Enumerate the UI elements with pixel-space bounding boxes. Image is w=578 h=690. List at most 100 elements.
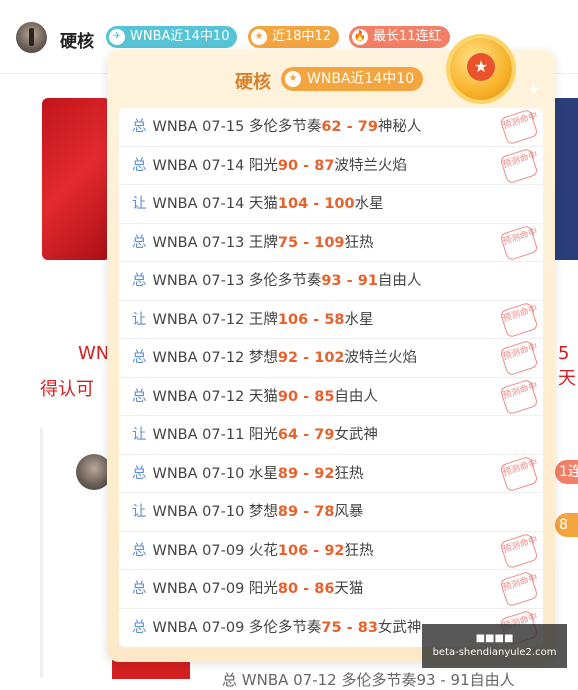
match-date: 07-14: [202, 196, 245, 212]
streak-pill: 1连: [555, 460, 578, 484]
league: WNBA: [152, 465, 198, 482]
watermark: ■■■■ beta-shendianyule2.com: [422, 624, 567, 668]
record-row[interactable]: 总 WNBA 07-13 王牌75 - 109狂热 预测命中: [119, 224, 543, 262]
bet-type: 总: [132, 157, 147, 174]
league: WNBA: [152, 196, 198, 212]
home-team: 多伦多节奏: [248, 273, 322, 289]
away-team: 神秘人: [377, 119, 422, 135]
popup-badge-label: WNBA近14中10: [307, 71, 415, 87]
away-team: 波特兰火焰: [344, 350, 418, 366]
away-team: 女武神: [377, 619, 422, 636]
home-score: 75: [277, 234, 299, 251]
home-score: 93: [321, 273, 342, 289]
record-row[interactable]: 总 WNBA 07-15 多伦多节奏62 - 79神秘人 预测命中: [119, 108, 543, 147]
home-score: 64: [277, 427, 299, 443]
away-team: 水星: [354, 196, 384, 212]
away-team: 水星: [344, 311, 374, 328]
home-team: 火花: [248, 542, 278, 559]
watermark-url: beta-shendianyule2.com: [432, 647, 557, 658]
sparkle-icon: ✦: [527, 80, 541, 99]
away-score: 78: [314, 504, 335, 520]
home-team: 阳光: [248, 157, 278, 174]
record-row[interactable]: 总 WNBA 07-10 水星89 - 92狂热 预测命中: [119, 455, 543, 493]
score-separator: -: [341, 119, 358, 135]
home-score: 62: [321, 119, 342, 135]
home-team: 多伦多节奏: [248, 619, 322, 636]
record-row[interactable]: 让 WNBA 07-14 天猫104 - 100水星: [119, 185, 543, 224]
score-separator: -: [298, 388, 315, 405]
match-date: 07-09: [202, 542, 245, 559]
flame-icon: 🔥: [352, 29, 368, 45]
bet-type: 让: [132, 196, 147, 212]
away-score: 109: [314, 234, 345, 251]
league: WNBA: [152, 581, 198, 597]
plane-icon: ✈: [109, 29, 125, 45]
home-score: 90: [277, 157, 299, 174]
match-date: 07-12: [202, 388, 245, 405]
star-icon: ★: [473, 57, 489, 76]
score-separator: -: [341, 273, 358, 289]
score-separator: -: [298, 427, 315, 443]
record-row[interactable]: 总 WNBA 07-13 多伦多节奏93 - 91自由人: [119, 262, 543, 301]
home-team: 水星: [248, 465, 278, 482]
match-date: 07-13: [202, 273, 245, 289]
banner-image: [42, 98, 110, 260]
hit-stamp-icon: 预测命中: [499, 301, 539, 338]
score-separator: -: [298, 157, 315, 174]
league: WNBA: [152, 504, 198, 520]
home-team: 阳光: [248, 427, 278, 443]
league: WNBA: [152, 273, 198, 289]
bet-type: 总: [132, 388, 147, 405]
article-text: 5天: [558, 343, 576, 389]
home-score: 80: [277, 581, 299, 597]
star-icon: ★: [285, 71, 301, 87]
bet-type: 总: [132, 350, 147, 366]
home-score: 90: [277, 388, 299, 405]
home-score: 75: [321, 619, 342, 636]
star-icon: ★: [251, 29, 267, 45]
article-text: WN: [78, 343, 110, 364]
match-date: 07-10: [202, 504, 245, 520]
match-date: 07-09: [202, 581, 245, 597]
bet-type: 总: [132, 581, 147, 597]
avatar[interactable]: [16, 22, 47, 53]
record-row[interactable]: 总 WNBA 07-14 阳光90 - 87波特兰火焰 预测命中: [119, 147, 543, 185]
medal-icon: ★: [450, 38, 512, 100]
bet-type: 让: [132, 311, 147, 328]
record-row[interactable]: 总 WNBA 07-12 天猫90 - 85自由人 预测命中: [119, 378, 543, 416]
away-score: 79: [357, 119, 378, 135]
away-team: 女武神: [334, 427, 378, 443]
hit-stamp-icon: 预测命中: [499, 378, 539, 415]
record-row[interactable]: 让 WNBA 07-10 梦想89 - 78风暴: [119, 493, 543, 532]
away-team: 自由人: [334, 388, 378, 405]
away-score: 85: [314, 388, 335, 405]
away-score: 87: [314, 157, 335, 174]
away-score: 58: [324, 311, 345, 328]
record-row[interactable]: 总 WNBA 07-09 火花106 - 92狂热 预测命中: [119, 532, 543, 570]
league: WNBA: [152, 427, 198, 443]
record-row[interactable]: 总 WNBA 07-09 阳光80 - 86天猫 预测命中: [119, 570, 543, 609]
home-team: 天猫: [248, 388, 278, 405]
record-row[interactable]: 让 WNBA 07-11 阳光64 - 79女武神: [119, 416, 543, 455]
away-score: 92: [324, 542, 345, 559]
away-team: 风暴: [334, 504, 364, 520]
bet-type: 总: [132, 465, 147, 482]
article-text: 得认可: [40, 379, 94, 400]
home-team: 梦想: [248, 504, 278, 520]
popup-title: 硬核: [235, 72, 271, 93]
match-date: 07-12: [202, 350, 245, 366]
record-row[interactable]: 让 WNBA 07-12 王牌106 - 58水星 预测命中: [119, 301, 543, 339]
record-row[interactable]: 总 WNBA 07-12 梦想92 - 102波特兰火焰 预测命中: [119, 339, 543, 378]
league: WNBA: [152, 350, 198, 366]
badge-wnba-record: ✈ WNBA近14中10: [106, 26, 238, 48]
score-separator: -: [308, 196, 325, 212]
league: WNBA: [152, 619, 198, 636]
match-date: 07-09: [202, 619, 245, 636]
username[interactable]: 硬核: [60, 27, 94, 52]
hit-stamp-icon: 预测命中: [499, 224, 539, 261]
match-date: 07-10: [202, 465, 245, 482]
record-pill: 8: [555, 513, 578, 537]
hit-stamp-icon: 预测命中: [499, 108, 539, 146]
bet-type: 总: [132, 619, 147, 636]
home-score: 106: [277, 542, 309, 559]
